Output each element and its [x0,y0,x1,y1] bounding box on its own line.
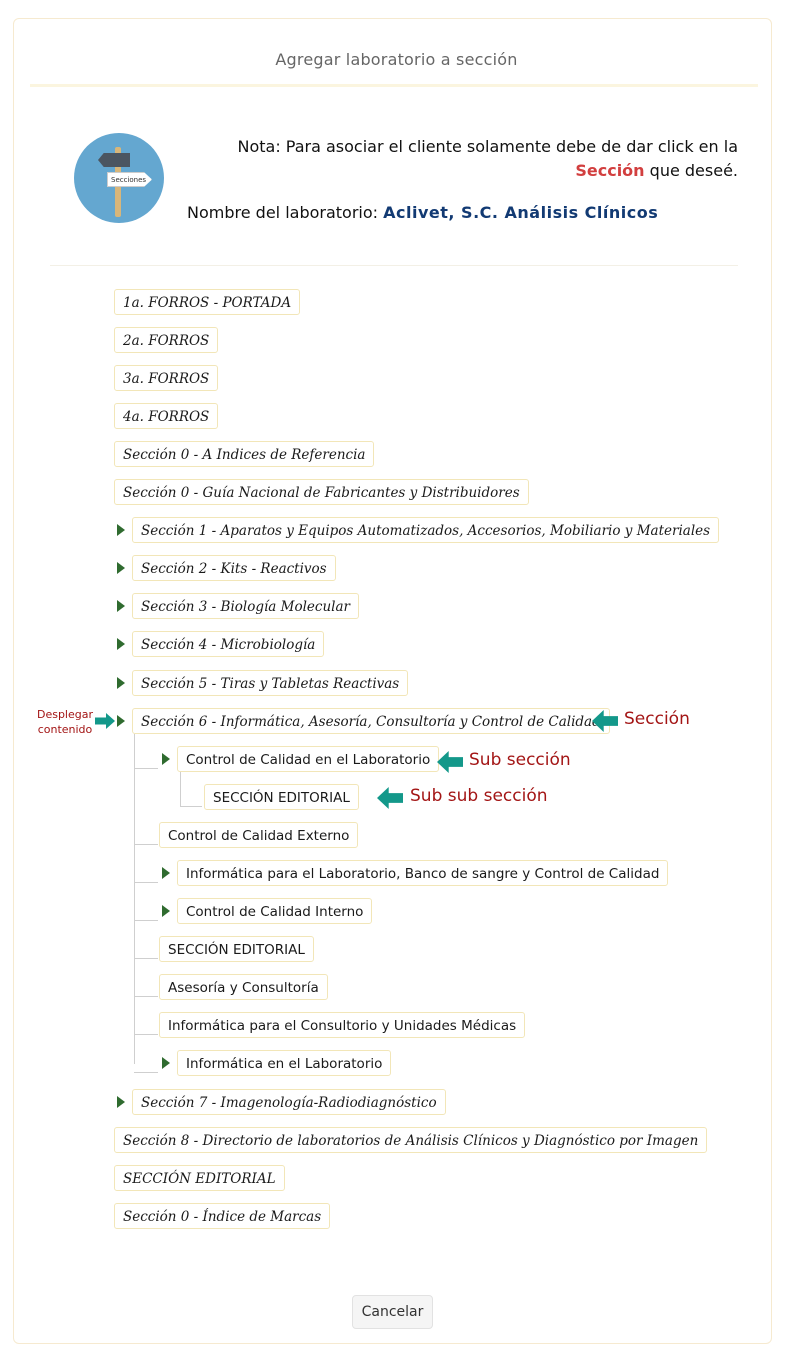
tree-node[interactable]: Control de Calidad Externo [159,822,359,848]
tree-connector [134,734,135,1064]
tree-connector [134,1034,158,1035]
tree-node[interactable]: SECCIÓN EDITORIAL [204,784,359,810]
tree-connector [134,958,158,959]
lab-name: Aclivet, S.C. Análisis Clínicos [383,203,659,222]
expand-caret-icon[interactable] [162,905,170,917]
note-suffix: que deseé. [649,161,738,180]
tree-node[interactable]: SECCIÓN EDITORIAL [159,936,314,962]
tree-connector [134,882,158,883]
logo-text: Secciones [107,172,152,187]
tree-node[interactable]: Informática para el Consultorio y Unidad… [159,1012,526,1038]
dialog-title: Agregar laboratorio a sección [275,50,518,69]
note-highlight: Sección [575,161,645,180]
tree-node[interactable]: Sección 6 - Informática, Asesoría, Consu… [132,708,610,734]
tree-node[interactable]: Informática para el Laboratorio, Banco d… [177,860,669,886]
tree-node[interactable]: Sección 2 - Kits - Reactivos [132,555,336,581]
expand-annotation-line1: Desplegar [36,708,94,721]
tree-connector [180,772,181,806]
tree-node[interactable]: 4a. FORROS [114,403,219,429]
tree-node[interactable]: Sección 4 - Microbiología [132,631,325,657]
tree-node[interactable]: Sección 8 - Directorio de laboratorios d… [114,1127,708,1153]
sub-sub-section-annotation: Sub sub sección [410,786,548,806]
expand-annotation-line2: contenido [37,723,93,736]
instruction-note: Nota: Para asociar el cliente solamente … [200,135,738,183]
tree-connector [134,996,158,997]
expand-caret-icon[interactable] [117,715,125,727]
tree-node[interactable]: Sección 0 - Índice de Marcas [114,1203,331,1229]
tree-connector [180,806,202,807]
title-divider [30,84,758,87]
tree-node[interactable]: Control de Calidad en el Laboratorio [177,746,440,772]
lab-name-line: Nombre del laboratorio: Aclivet, S.C. An… [187,203,658,222]
sub-section-annotation: Sub sección [469,750,571,770]
tree-node[interactable]: Sección 0 - A Indices de Referencia [114,441,375,467]
tree-node[interactable]: 1a. FORROS - PORTADA [114,289,301,315]
expand-caret-icon[interactable] [117,600,125,612]
expand-annotation: Desplegar contenido [30,707,100,737]
tree-node[interactable]: Sección 3 - Biología Molecular [132,593,359,619]
section-annotation: Sección [624,709,690,729]
tree-connector [134,844,158,845]
tree-node[interactable]: 3a. FORROS [114,365,219,391]
expand-caret-icon[interactable] [162,753,170,765]
lab-label: Nombre del laboratorio: [187,203,379,222]
tree-connector [134,920,158,921]
tree-node[interactable]: Control de Calidad Interno [177,898,373,924]
tree-node[interactable]: Sección 5 - Tiras y Tabletas Reactivas [132,670,409,696]
header-divider [50,265,738,266]
expand-caret-icon[interactable] [117,562,125,574]
tree-node[interactable]: 2a. FORROS [114,327,219,353]
expand-caret-icon[interactable] [117,638,125,650]
tree-connector [134,1072,158,1073]
signpost-logo-icon: Secciones [74,133,164,223]
expand-caret-icon[interactable] [162,1057,170,1069]
tree-connector [134,768,158,769]
tree-node[interactable]: Informática en el Laboratorio [177,1050,392,1076]
expand-caret-icon[interactable] [162,867,170,879]
tree-node[interactable]: SECCIÓN EDITORIAL [114,1165,285,1191]
tree-node[interactable]: Sección 1 - Aparatos y Equipos Automatiz… [132,517,720,543]
tree-node[interactable]: Sección 0 - Guía Nacional de Fabricantes… [114,479,529,505]
tree-node[interactable]: Sección 7 - Imagenología-Radiodiagnóstic… [132,1089,446,1115]
expand-caret-icon[interactable] [117,1096,125,1108]
note-prefix: Nota: Para asociar el cliente solamente … [237,137,738,156]
tree-node[interactable]: Asesoría y Consultoría [159,974,328,1000]
cancel-button[interactable]: Cancelar [352,1295,433,1329]
expand-caret-icon[interactable] [117,677,125,689]
expand-caret-icon[interactable] [117,524,125,536]
